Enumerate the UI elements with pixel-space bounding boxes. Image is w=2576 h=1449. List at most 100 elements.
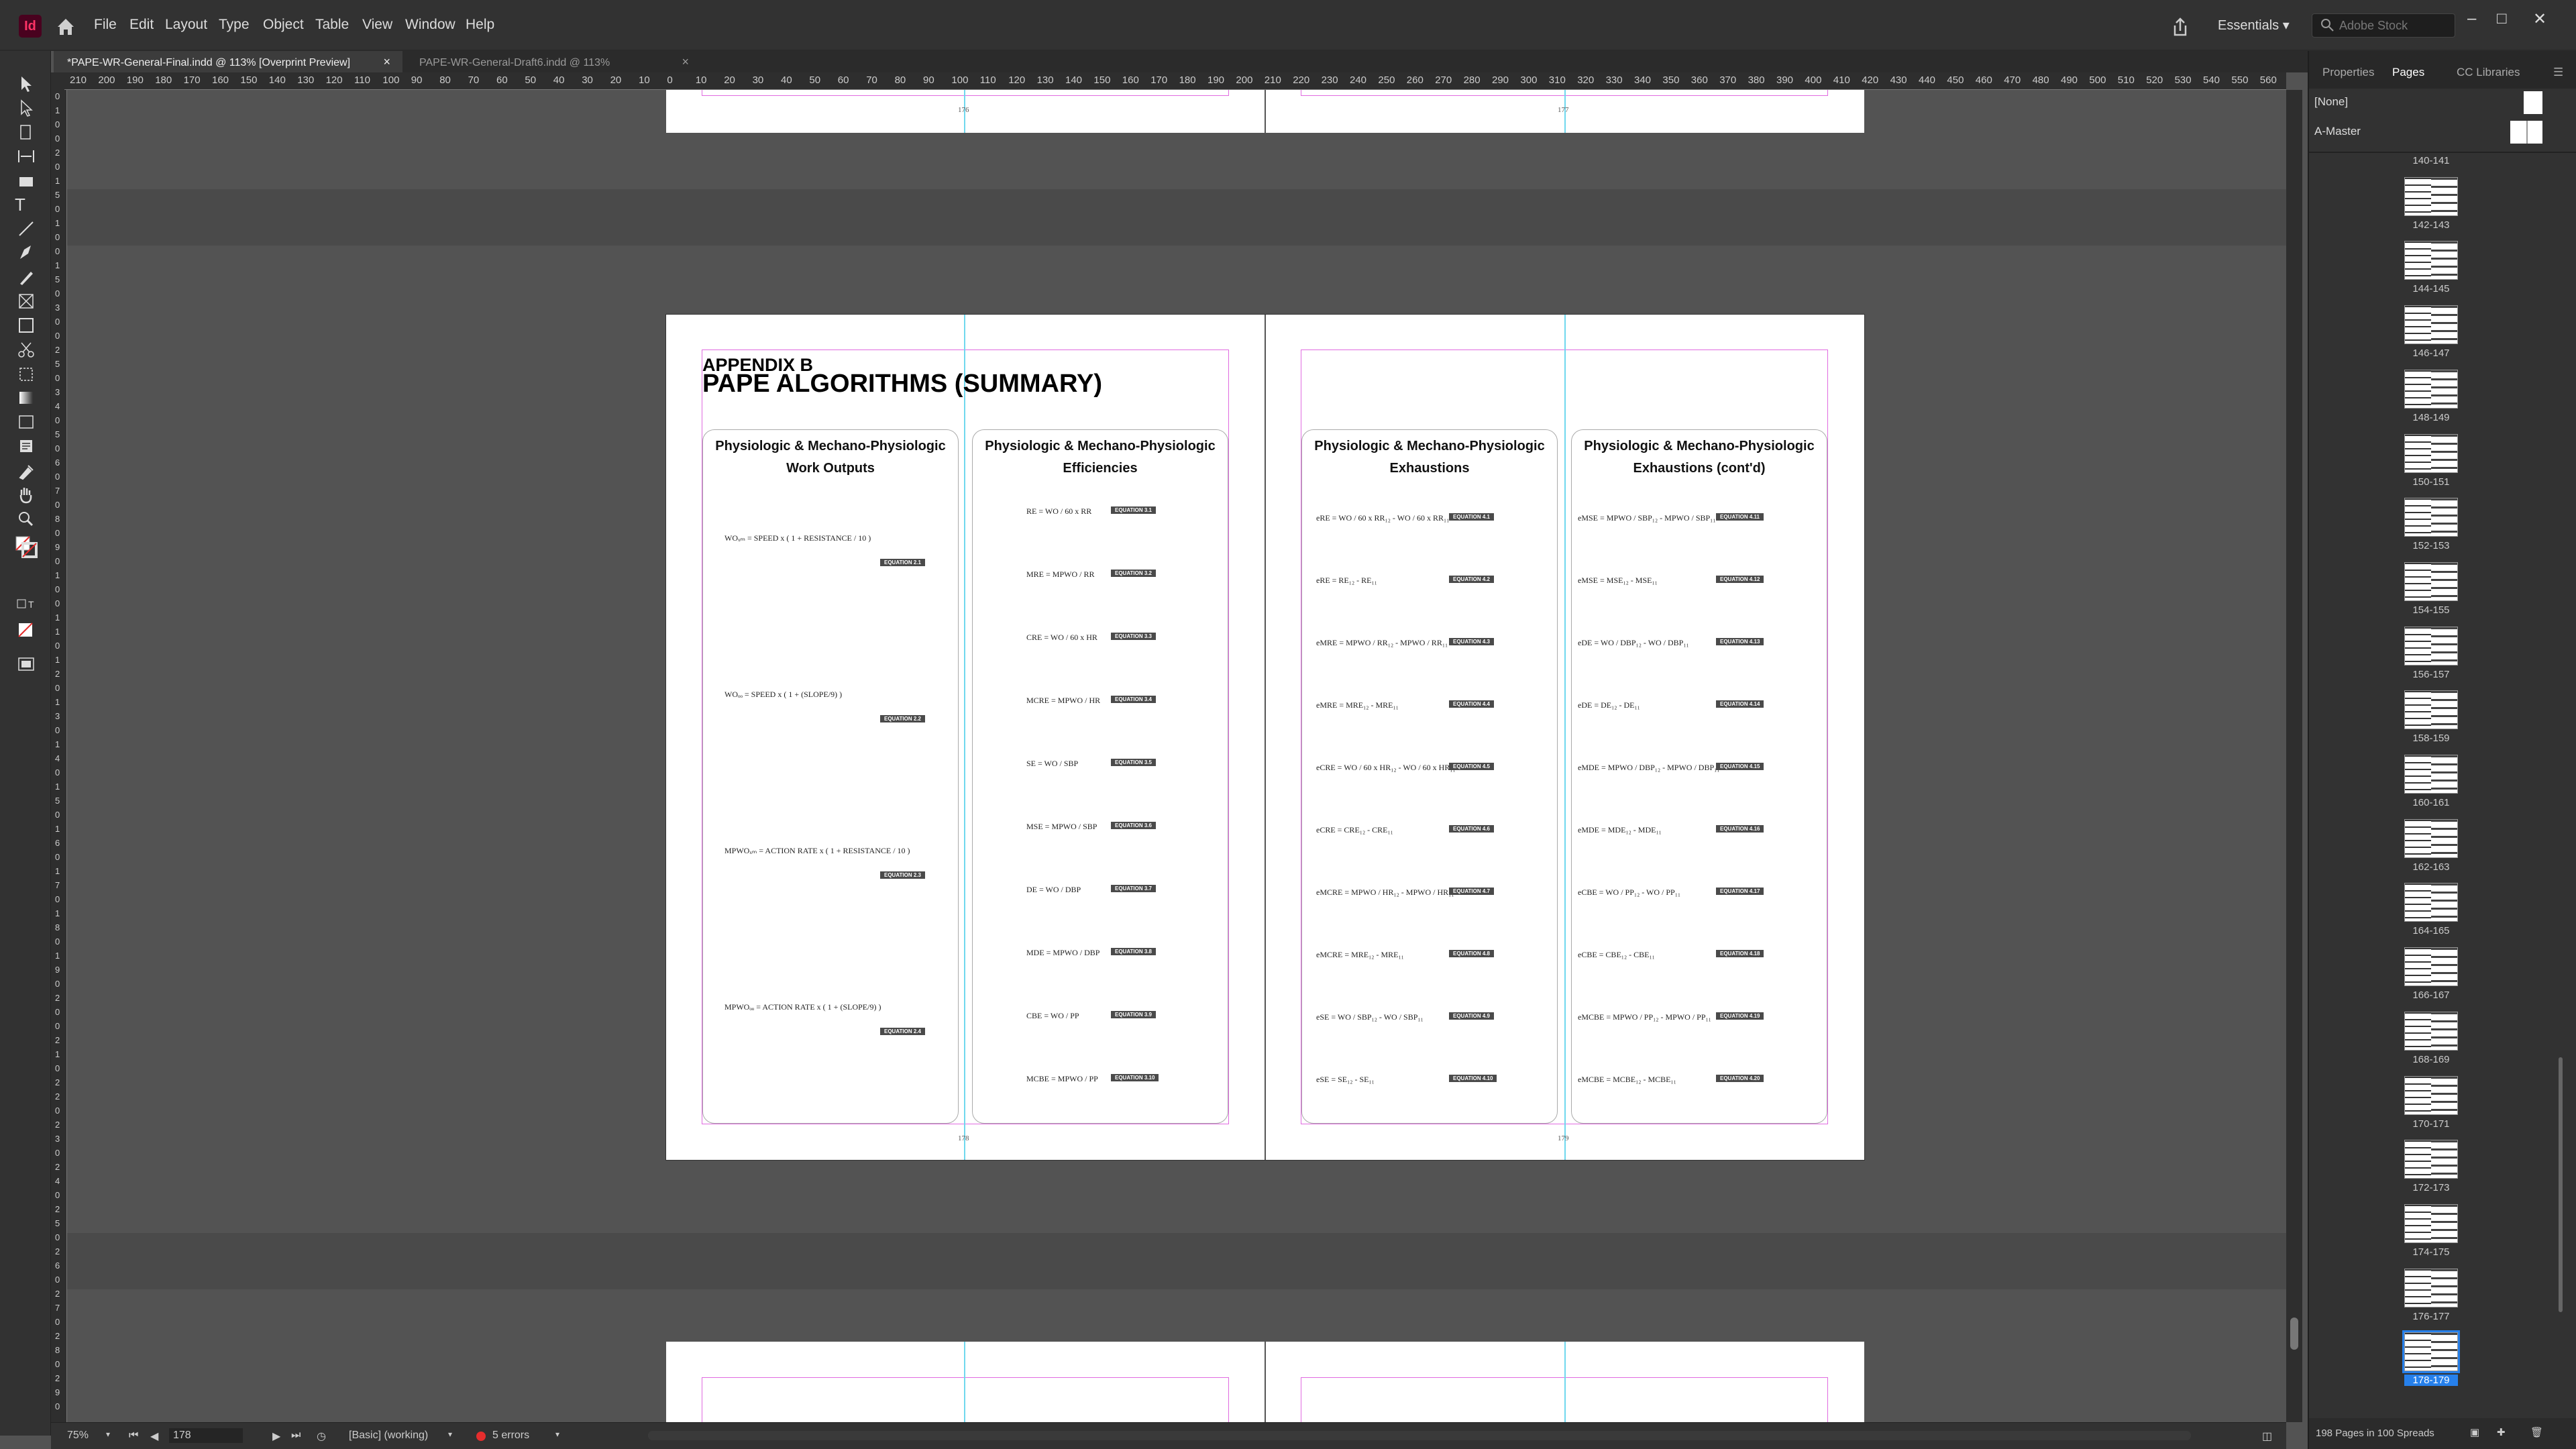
menu-view[interactable]: View (362, 17, 392, 33)
equation[interactable]: MPWOₓₘ = ACTION RATE x ( 1 + RESISTANCE … (724, 846, 910, 856)
equation[interactable]: eRE = RE₁₂ - RE₁₁ (1316, 576, 1377, 586)
equation[interactable]: eMDE = MPWO / DBP₁₂ - MPWO / DBP₁₁ (1578, 763, 1720, 773)
gap-tool-icon[interactable] (15, 146, 38, 166)
zoom-level[interactable]: 75% (67, 1430, 89, 1442)
gradient-feather-tool-icon[interactable] (15, 412, 38, 432)
spread-thumbnail-156-157[interactable]: 156-157 (2309, 626, 2571, 690)
direct-selection-tool-icon[interactable] (15, 98, 38, 118)
panel-menu-icon[interactable]: ☰ (2553, 66, 2563, 79)
menu-help[interactable]: Help (466, 17, 494, 33)
equation[interactable]: eMDE = MDE₁₂ - MDE₁₁ (1578, 825, 1662, 835)
menu-table[interactable]: Table (315, 17, 349, 33)
chevron-down-icon[interactable]: ▾ (555, 1430, 559, 1439)
spread-thumbnail-142-143[interactable]: 142-143 (2309, 176, 2571, 240)
vertical-scrollbar[interactable] (2286, 90, 2302, 1422)
panel-scrollbar[interactable] (2559, 1057, 2563, 1312)
horizontal-ruler[interactable]: 210 200 190 180 170 160 150 140 130 120 110 100 90 80… (64, 72, 2286, 90)
tab-cc-libraries[interactable]: CC Libraries (2457, 66, 2520, 79)
spread-thumbnail-168-169[interactable]: 168-169 (2309, 1011, 2571, 1075)
share-icon[interactable] (2167, 13, 2194, 40)
content-collector-icon[interactable] (15, 170, 38, 191)
menu-object[interactable]: Object (263, 17, 304, 33)
column-efficiencies[interactable]: Physiologic & Mechano-Physiologic Efficie… (972, 429, 1228, 1124)
equation[interactable]: MSE = MPWO / SBP (1026, 822, 1097, 832)
spread-thumbnail-154-155[interactable]: 154-155 (2309, 561, 2571, 625)
fill-stroke-swatch-icon[interactable] (15, 534, 38, 558)
equation[interactable]: eMSE = MPWO / SBP₁₂ - MPWO / SBP₁₁ (1578, 513, 1716, 523)
minimize-button[interactable]: – (2467, 9, 2476, 28)
delete-page-icon[interactable]: 🗑 (2530, 1426, 2543, 1438)
gradient-tool-icon[interactable] (15, 388, 38, 408)
close-tab-icon[interactable]: × (383, 55, 390, 69)
chevron-down-icon[interactable]: ▾ (448, 1430, 452, 1439)
equation[interactable]: eMCRE = MPWO / HR₁₂ - MPWO / HR₁₁ (1316, 888, 1454, 898)
page-tool-icon[interactable] (15, 122, 38, 142)
spread-thumbnail-144-145[interactable]: 144-145 (2309, 241, 2571, 304)
apply-none-icon[interactable] (15, 620, 38, 640)
spread-thumbnail-160-161[interactable]: 160-161 (2309, 755, 2571, 818)
menu-window[interactable]: Window (405, 17, 455, 33)
scissors-tool-icon[interactable] (15, 339, 38, 360)
equation[interactable]: eCBE = CBE₁₂ - CBE₁₁ (1578, 950, 1655, 960)
preflight-errors[interactable]: 5 errors (492, 1430, 529, 1442)
workspace-switcher[interactable]: Essentials ▾ (2218, 17, 2290, 34)
note-tool-icon[interactable] (15, 436, 38, 456)
spread-thumbnail-162-163[interactable]: 162-163 (2309, 818, 2571, 882)
document-tab[interactable]: PAPE-WR-General-Draft6.indd @ 113% × (406, 51, 701, 72)
equation[interactable]: eMRE = MPWO / RR₁₂ - MPWO / RR₁₁ (1316, 638, 1448, 648)
equation[interactable]: eDE = DE₁₂ - DE₁₁ (1578, 700, 1640, 710)
spread-thumbnail-146-147[interactable]: 146-147 (2309, 305, 2571, 368)
rectangle-frame-tool-icon[interactable] (15, 291, 38, 311)
spread-thumbnail-166-167[interactable]: 166-167 (2309, 947, 2571, 1010)
equation[interactable]: DE = WO / DBP (1026, 885, 1081, 895)
scroll-thumb[interactable] (648, 1431, 2191, 1440)
hand-tool-icon[interactable] (15, 484, 38, 504)
spread-thumbnail-164-165[interactable]: 164-165 (2309, 883, 2571, 946)
equation[interactable]: MCRE = MPWO / HR (1026, 696, 1100, 706)
page-title[interactable]: PAPE ALGORITHMS (SUMMARY) (702, 370, 1102, 398)
equation[interactable]: eMCRE = MRE₁₂ - MRE₁₁ (1316, 950, 1404, 960)
ruler-origin[interactable] (51, 72, 64, 90)
spread-thumbnail-174-175[interactable]: 174-175 (2309, 1203, 2571, 1267)
close-tab-icon[interactable]: × (682, 55, 689, 69)
equation[interactable]: WOₒₒ = SPEED x ( 1 + (SLOPE/9) ) (724, 690, 842, 700)
equation[interactable]: eCRE = CRE₁₂ - CRE₁₁ (1316, 825, 1393, 835)
tab-pages-active[interactable]: Pages (2392, 66, 2424, 79)
spread-thumbnail-170-171[interactable]: 170-171 (2309, 1075, 2571, 1139)
spread-thumbnail-148-149[interactable]: 148-149 (2309, 369, 2571, 433)
equation[interactable]: eSE = WO / SBP₁₂ - WO / SBP₁₁ (1316, 1012, 1424, 1022)
page-number-field[interactable]: 178 (169, 1428, 243, 1443)
equation[interactable]: SE = WO / SBP (1026, 759, 1078, 769)
preflight-profile[interactable]: [Basic] (working) (349, 1430, 428, 1442)
split-window-icon[interactable]: ◫ (2262, 1430, 2272, 1443)
equation[interactable]: eSE = SE₁₂ - SE₁₁ (1316, 1075, 1375, 1085)
spread-thumbnail-150-151[interactable]: 150-151 (2309, 433, 2571, 497)
close-window-button[interactable]: ✕ (2533, 9, 2546, 29)
menu-type[interactable]: Type (219, 17, 250, 33)
eyedropper-tool-icon[interactable] (15, 460, 38, 480)
equation[interactable]: eDE = WO / DBP₁₂ - WO / DBP₁₁ (1578, 638, 1689, 648)
free-transform-tool-icon[interactable] (15, 364, 38, 384)
zoom-tool-icon[interactable] (15, 508, 38, 529)
type-tool-icon[interactable]: T (15, 195, 38, 215)
spread-thumbnail-172-173[interactable]: 172-173 (2309, 1140, 2571, 1203)
selection-tool-icon[interactable] (15, 74, 38, 94)
line-tool-icon[interactable] (15, 219, 38, 239)
spread-thumbnail-178-179[interactable]: 178-179 (2309, 1330, 2571, 1395)
equation[interactable]: MDE = MPWO / DBP (1026, 948, 1099, 958)
rectangle-tool-icon[interactable] (15, 315, 38, 335)
equation[interactable]: CBE = WO / PP (1026, 1011, 1079, 1021)
new-page-icon[interactable]: ✚ (2497, 1426, 2506, 1438)
equation[interactable]: eCBE = WO / PP₁₂ - WO / PP₁₁ (1578, 888, 1680, 898)
equation[interactable]: eMCBE = MPWO / PP₁₂ - MPWO / PP₁₁ (1578, 1012, 1711, 1022)
home-icon[interactable] (52, 13, 79, 40)
spread-thumbnail-158-159[interactable]: 158-159 (2309, 690, 2571, 753)
first-page-icon[interactable]: ⏮ (129, 1430, 138, 1442)
spread-thumbnail-140-141[interactable]: 140-141 (2309, 153, 2571, 176)
previous-page-icon[interactable]: ◀ (150, 1430, 158, 1443)
spread-thumbnail-152-153[interactable]: 152-153 (2309, 498, 2571, 561)
vertical-ruler[interactable]: 0 1 0 0 2 0 1 5 0 1 0 0 1 5 0 3 0 0 2 5 0 3 4 0 5 0 6 0 7 0 8 0 9 0 1 0 0 1 1 0… (51, 90, 67, 1425)
menu-file[interactable]: File (94, 17, 117, 33)
equation[interactable]: WOₓₘ = SPEED x ( 1 + RESISTANCE / 10 ) (724, 533, 871, 543)
master-a[interactable]: A-Master (2309, 118, 2576, 146)
